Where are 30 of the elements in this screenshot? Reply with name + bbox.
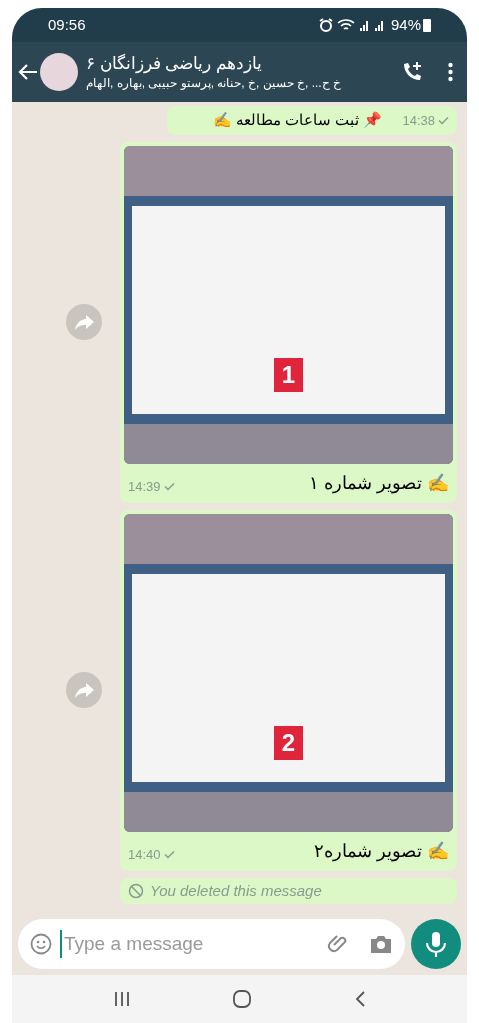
alarm-icon (318, 18, 333, 32)
message-time: 14:39 (128, 478, 161, 496)
message-time: 14:40 (128, 846, 161, 864)
message-field[interactable]: Type a message (18, 919, 405, 969)
image-number-label: 2 (273, 725, 304, 760)
camera-icon[interactable] (369, 933, 393, 955)
deleted-message-text: You deleted this message (150, 880, 322, 901)
emoji-icon[interactable] (30, 933, 52, 955)
image-caption: ✍ تصویر شماره ۱ (309, 471, 449, 496)
blocked-icon (128, 882, 144, 899)
battery-percent: 94% (390, 14, 421, 35)
message-text: 📌 ثبت ساعات مطالعه ✍ (212, 110, 383, 130)
back-arrow-icon[interactable] (18, 63, 38, 81)
message-input[interactable]: Type a message (60, 929, 319, 959)
image-caption: ✍ تصویر شماره۲ (314, 839, 449, 864)
message-time: 14:38 (402, 111, 435, 130)
more-options-icon[interactable] (448, 62, 453, 82)
status-time: 09:56 (48, 14, 86, 35)
screenshot-image[interactable]: 1 (124, 145, 453, 464)
home-icon[interactable] (232, 989, 253, 1009)
microphone-button[interactable] (411, 919, 461, 969)
back-icon[interactable] (354, 990, 367, 1008)
chat-title[interactable]: یازدهم ریاضی فرزانگان ۶ (86, 53, 263, 75)
battery-icon (423, 18, 431, 32)
group-avatar[interactable] (40, 53, 78, 91)
recent-apps-icon[interactable] (112, 991, 131, 1007)
image-number-label: 1 (273, 357, 304, 392)
wifi-icon (336, 18, 355, 32)
group-members: خ ح... ,خ حسین ,خ ,حنانه ,پرستو حبیبی ,بهاره ,الهام (86, 75, 341, 91)
screenshot-image[interactable]: 2 (124, 513, 453, 832)
